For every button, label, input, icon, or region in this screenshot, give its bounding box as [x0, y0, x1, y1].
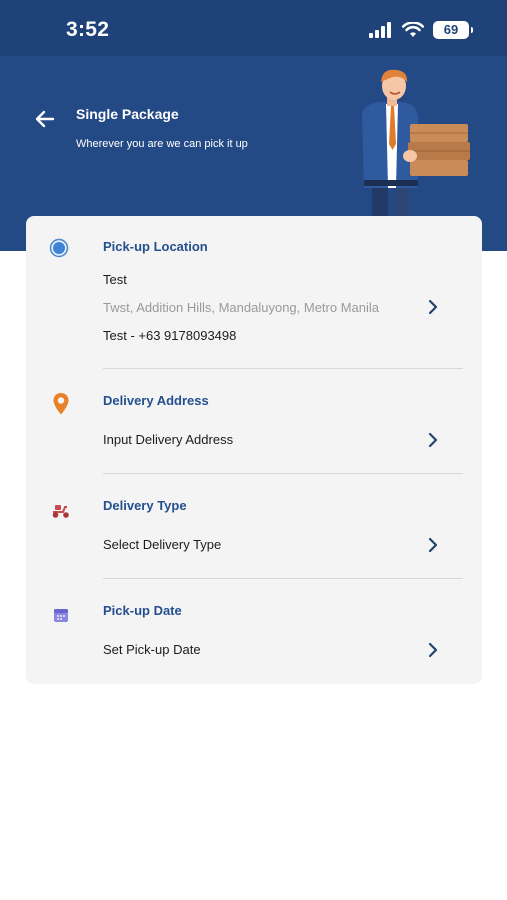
courier-illustration	[362, 69, 470, 216]
status-icons: 69	[369, 20, 473, 40]
pickup-date-value: Set Pick-up Date	[103, 642, 201, 657]
delivery-type-row[interactable]: Select Delivery Type	[26, 527, 482, 557]
pickup-location-row[interactable]: Test Twst, Addition Hills, Mandaluyong, …	[26, 266, 482, 346]
chevron-right-icon[interactable]	[426, 642, 440, 658]
chevron-right-icon[interactable]	[426, 432, 440, 448]
chevron-right-icon[interactable]	[426, 299, 440, 315]
divider	[103, 473, 463, 474]
page-subtitle: Wherever you are we can pick it up	[76, 138, 248, 150]
location-dot-icon	[49, 238, 69, 258]
back-arrow-icon[interactable]	[33, 106, 59, 132]
status-bar: 3:52 69	[0, 0, 507, 56]
battery-level: 69	[443, 22, 459, 37]
delivery-address-row[interactable]: Input Delivery Address	[26, 422, 482, 452]
pickup-location-label: Pick-up Location	[103, 239, 208, 254]
pickup-date-label: Pick-up Date	[103, 603, 182, 618]
delivery-type-label: Delivery Type	[103, 498, 187, 513]
divider	[103, 578, 463, 579]
chevron-right-icon[interactable]	[426, 537, 440, 553]
signal-icon	[369, 22, 391, 38]
order-form-card: Pick-up Location Test Twst, Addition Hil…	[26, 216, 482, 684]
scooter-icon	[52, 505, 69, 518]
pickup-contact: Test - +63 9178093498	[103, 328, 237, 343]
delivery-type-value: Select Delivery Type	[103, 537, 222, 552]
pickup-name: Test	[103, 272, 127, 287]
delivery-address-value: Input Delivery Address	[103, 432, 234, 447]
map-pin-icon	[53, 393, 69, 415]
delivery-address-label: Delivery Address	[103, 393, 209, 408]
calendar-icon	[54, 609, 68, 622]
wifi-icon	[402, 22, 424, 37]
pickup-date-row[interactable]: Set Pick-up Date	[26, 632, 482, 662]
pickup-address: Twst, Addition Hills, Mandaluyong, Metro…	[103, 300, 380, 315]
divider	[103, 368, 463, 369]
status-time: 3:52	[66, 18, 110, 41]
battery-icon: 69	[433, 21, 473, 39]
page-title: Single Package	[76, 106, 179, 122]
